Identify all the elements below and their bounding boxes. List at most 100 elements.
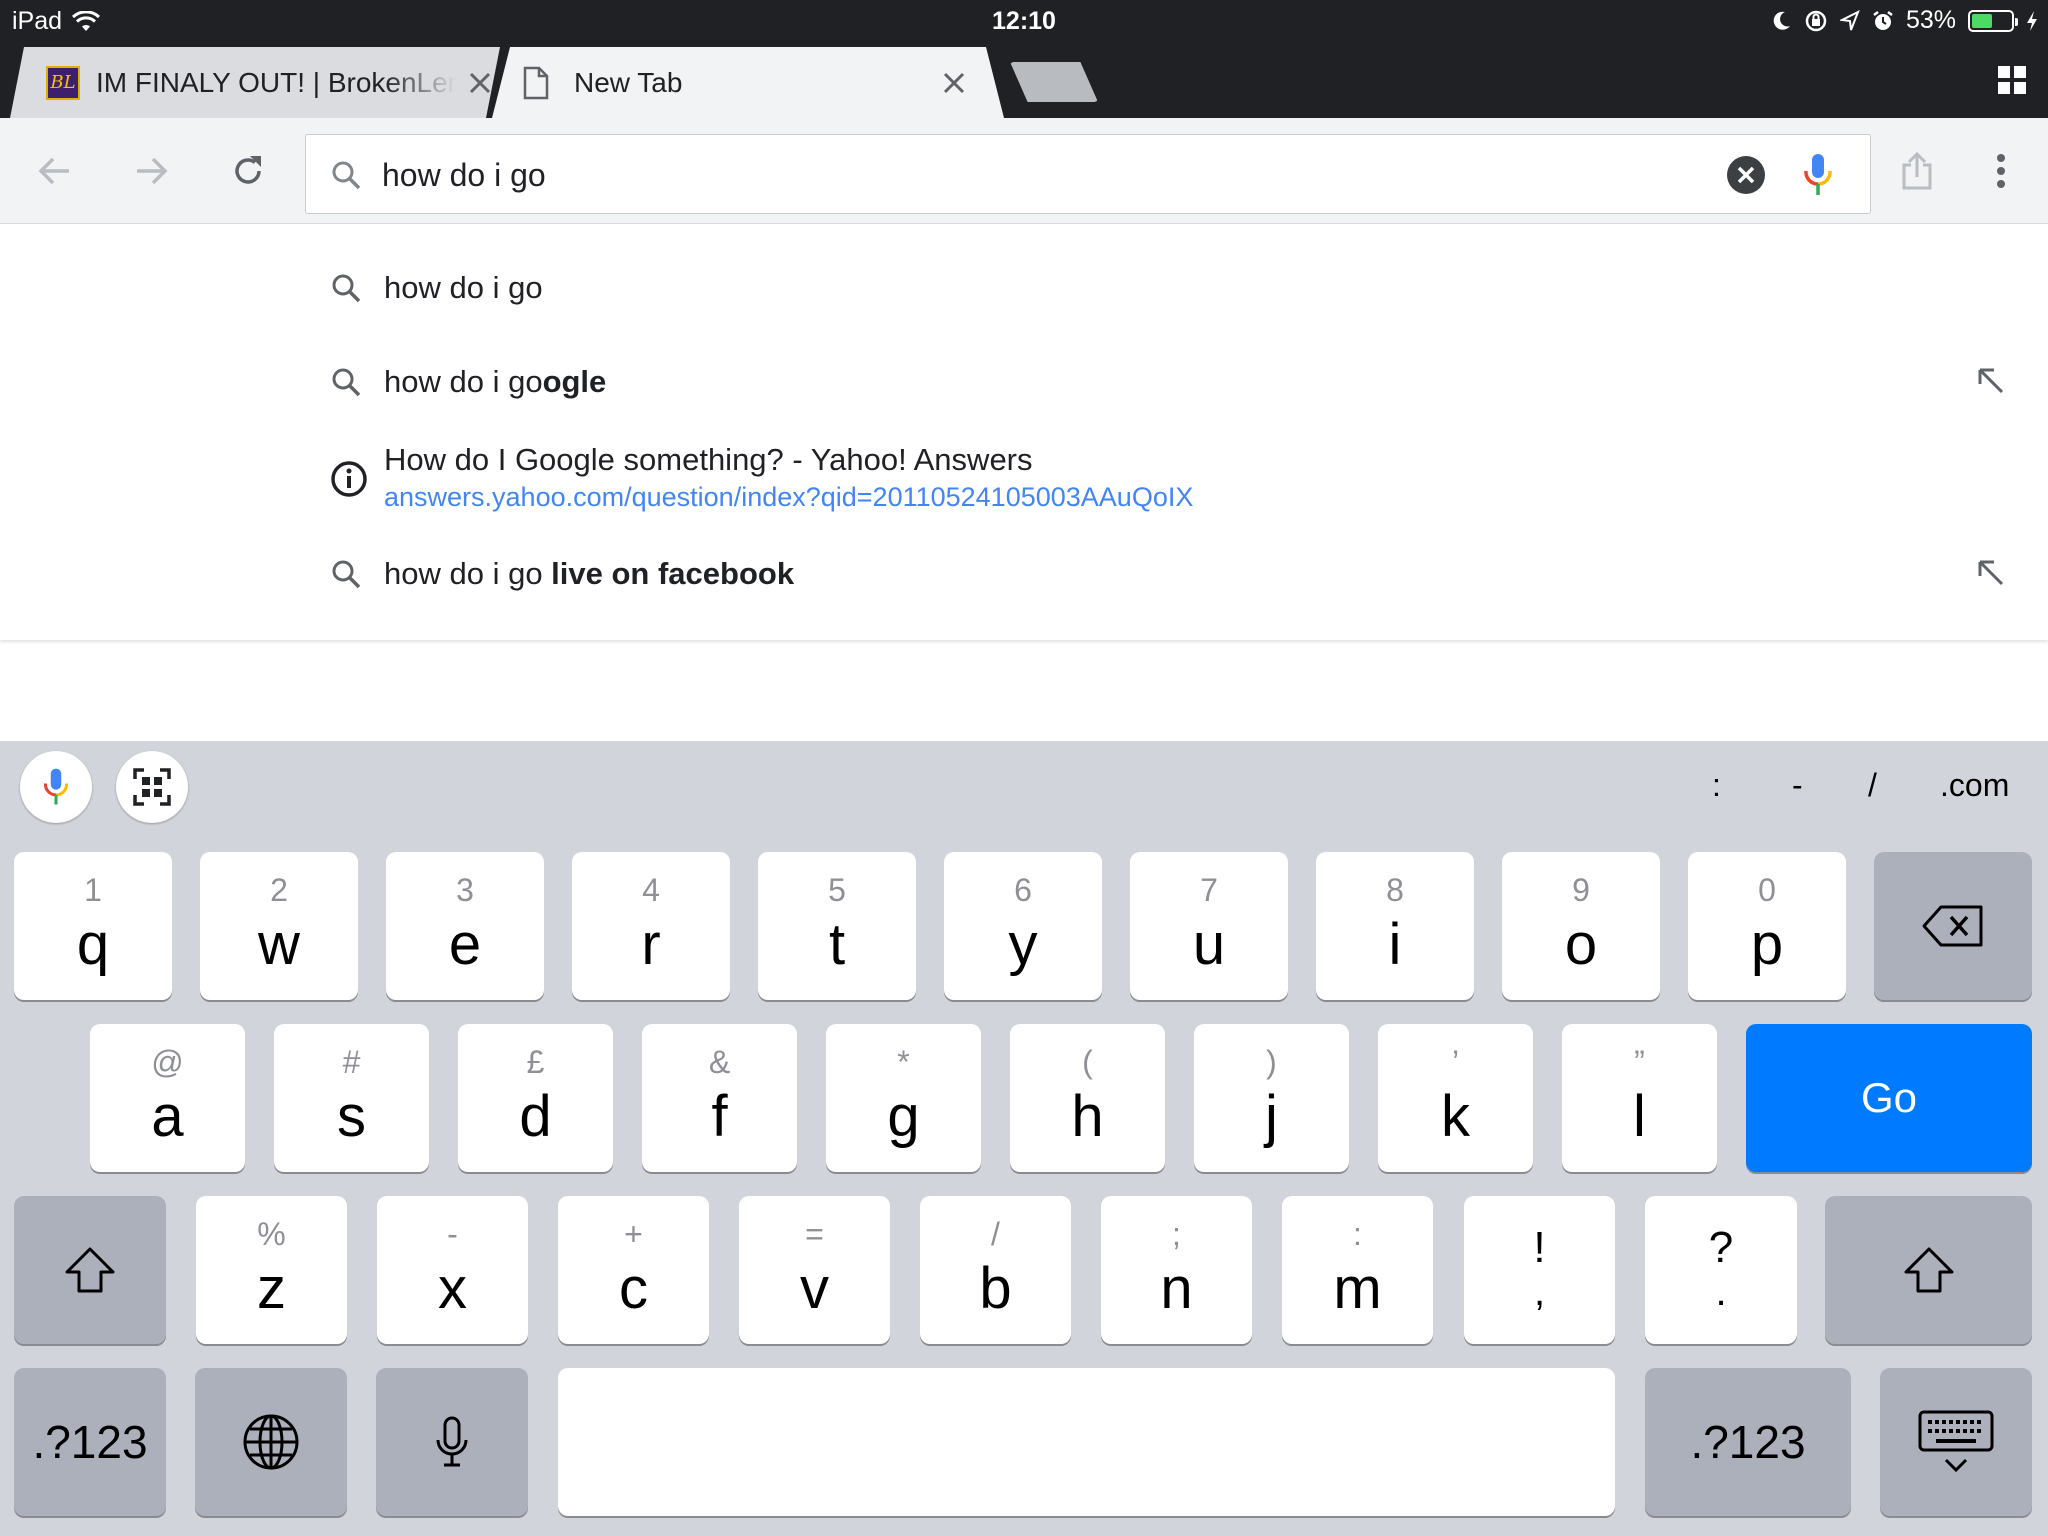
suggestion-text: how do i go <box>384 270 543 305</box>
numbers-key-right[interactable]: .?123 <box>1645 1368 1851 1516</box>
key-d[interactable]: £ d <box>458 1024 613 1172</box>
suggestion-item[interactable]: how do i google <box>0 352 2048 412</box>
key-u[interactable]: 7u <box>1130 852 1288 1000</box>
shortcut-slash[interactable]: / <box>1868 767 1877 804</box>
new-tab-button[interactable] <box>1010 62 1098 102</box>
key-alt-char: 7 <box>1200 872 1218 908</box>
key-c[interactable]: + c <box>558 1196 709 1344</box>
go-label: Go <box>1860 1074 1918 1121</box>
clear-icon[interactable] <box>1726 155 1766 195</box>
dismiss-keyboard-key[interactable] <box>1880 1368 2032 1516</box>
key-t[interactable]: 5t <box>758 852 916 1000</box>
key-alt-char: ; <box>1172 1216 1181 1252</box>
key-alt-char: / <box>991 1216 1000 1252</box>
key-alt-char: - <box>447 1216 458 1252</box>
globe-key[interactable] <box>195 1368 347 1516</box>
key-n[interactable]: ; n <box>1101 1196 1252 1344</box>
punct-key-question[interactable]: ? . <box>1645 1196 1797 1344</box>
key-char: z <box>257 1256 286 1321</box>
key-char: g <box>887 1084 920 1149</box>
omnibox[interactable] <box>305 134 1871 214</box>
key-alt-char: = <box>805 1216 824 1252</box>
keyboard-dismiss-icon <box>1918 1410 1994 1473</box>
refine-arrow-icon[interactable] <box>1976 558 2006 588</box>
key-m[interactable]: :m <box>1282 1196 1433 1344</box>
shift-key-left[interactable] <box>14 1196 166 1344</box>
forward-button[interactable] <box>128 148 174 194</box>
key-alt-char: : <box>1353 1216 1362 1252</box>
close-tab-icon[interactable] <box>936 65 972 101</box>
key-j[interactable]: ) j <box>1194 1024 1349 1172</box>
key-char: p <box>1750 912 1784 977</box>
omnibox-input[interactable] <box>382 149 1682 201</box>
tab-brokenlens[interactable]: BL IM FINALY OUT! | BrokenLens <box>10 47 500 118</box>
key-y[interactable]: 6y <box>944 852 1102 1000</box>
suggestion-item[interactable]: how do i go <box>0 258 2048 318</box>
mic-icon[interactable] <box>1802 151 1834 199</box>
key-i[interactable]: 8i <box>1316 852 1474 1000</box>
back-arrow-icon <box>38 157 69 185</box>
key-x[interactable]: -x <box>377 1196 528 1344</box>
key-z[interactable]: % z <box>196 1196 347 1344</box>
key-k[interactable]: ’ k <box>1378 1024 1533 1172</box>
keyboard: : - / .com 1q2w3e4r5t6y7u8i9o0p @ a # s £ d & f… <box>0 741 2048 1536</box>
share-button[interactable] <box>1894 148 1940 194</box>
key-s[interactable]: # s <box>274 1024 429 1172</box>
key-char: y <box>1008 912 1038 977</box>
status-bar: iPad 12:10 53% <box>0 0 2048 42</box>
menu-button[interactable] <box>1978 148 2024 194</box>
key-e[interactable]: 3e <box>386 852 544 1000</box>
shift-icon <box>65 1247 115 1293</box>
backspace-key[interactable] <box>1874 852 2032 1000</box>
key-f[interactable]: & f <box>642 1024 797 1172</box>
key-alt-char: # <box>342 1044 361 1080</box>
shift-icon <box>1904 1247 1953 1293</box>
tab-switcher-icon[interactable] <box>1996 64 2028 96</box>
key-alt-char: % <box>257 1216 286 1252</box>
key-char: n <box>1160 1256 1193 1321</box>
shortcut-colon[interactable]: : <box>1712 767 1721 804</box>
go-key[interactable]: Go <box>1746 1024 2032 1172</box>
close-tab-icon[interactable] <box>462 65 498 101</box>
shortcut-dotcom[interactable]: .com <box>1940 767 2009 804</box>
moon-icon <box>1773 11 1790 30</box>
key-char: h <box>1071 1084 1104 1149</box>
punct-key-exclaim[interactable]: ! , <box>1464 1196 1615 1344</box>
reload-button[interactable] <box>225 148 271 194</box>
key-alt-char: & <box>708 1044 731 1080</box>
key-char: w <box>258 912 300 977</box>
key-v[interactable]: = v <box>739 1196 890 1344</box>
key-g[interactable]: * g <box>826 1024 981 1172</box>
alarm-icon <box>1873 10 1893 30</box>
shortcut-dash[interactable]: - <box>1792 767 1803 804</box>
shift-key-right[interactable] <box>1825 1196 2032 1344</box>
voice-search-button[interactable] <box>20 751 92 823</box>
tab-strip: BL IM FINALY OUT! | BrokenLens New Tab <box>0 42 2048 118</box>
key-r[interactable]: 4r <box>572 852 730 1000</box>
space-key[interactable] <box>558 1368 1615 1516</box>
charging-icon <box>2027 10 2037 31</box>
key-alt-char: 2 <box>270 872 288 908</box>
search-icon <box>332 161 361 190</box>
key-alt-char: 9 <box>1572 872 1590 908</box>
refine-arrow-icon[interactable] <box>1976 366 2006 396</box>
answer-title: How do I Google something? - Yahoo! Answ… <box>384 442 1033 477</box>
key-l[interactable]: ” l <box>1562 1024 1717 1172</box>
numbers-key-left[interactable]: .?123 <box>14 1368 166 1516</box>
suggestion-answer[interactable]: How do I Google something? - Yahoo! Answ… <box>0 440 2048 530</box>
suggestion-completion: live on facebook <box>551 556 795 591</box>
key-q[interactable]: 1q <box>14 852 172 1000</box>
key-alt-char: * <box>897 1044 910 1080</box>
suggestion-item[interactable]: how do i go live on facebook <box>0 544 2048 604</box>
key-o[interactable]: 9o <box>1502 852 1660 1000</box>
back-button[interactable] <box>32 148 78 194</box>
key-w[interactable]: 2w <box>200 852 358 1000</box>
key-p[interactable]: 0p <box>1688 852 1846 1000</box>
key-b[interactable]: / b <box>920 1196 1071 1344</box>
key-char: t <box>828 912 846 977</box>
key-h[interactable]: (h <box>1010 1024 1165 1172</box>
tab-new-tab[interactable]: New Tab <box>492 47 1004 118</box>
dictation-key[interactable] <box>376 1368 528 1516</box>
qr-scanner-button[interactable] <box>116 751 188 823</box>
key-a[interactable]: @ a <box>90 1024 245 1172</box>
